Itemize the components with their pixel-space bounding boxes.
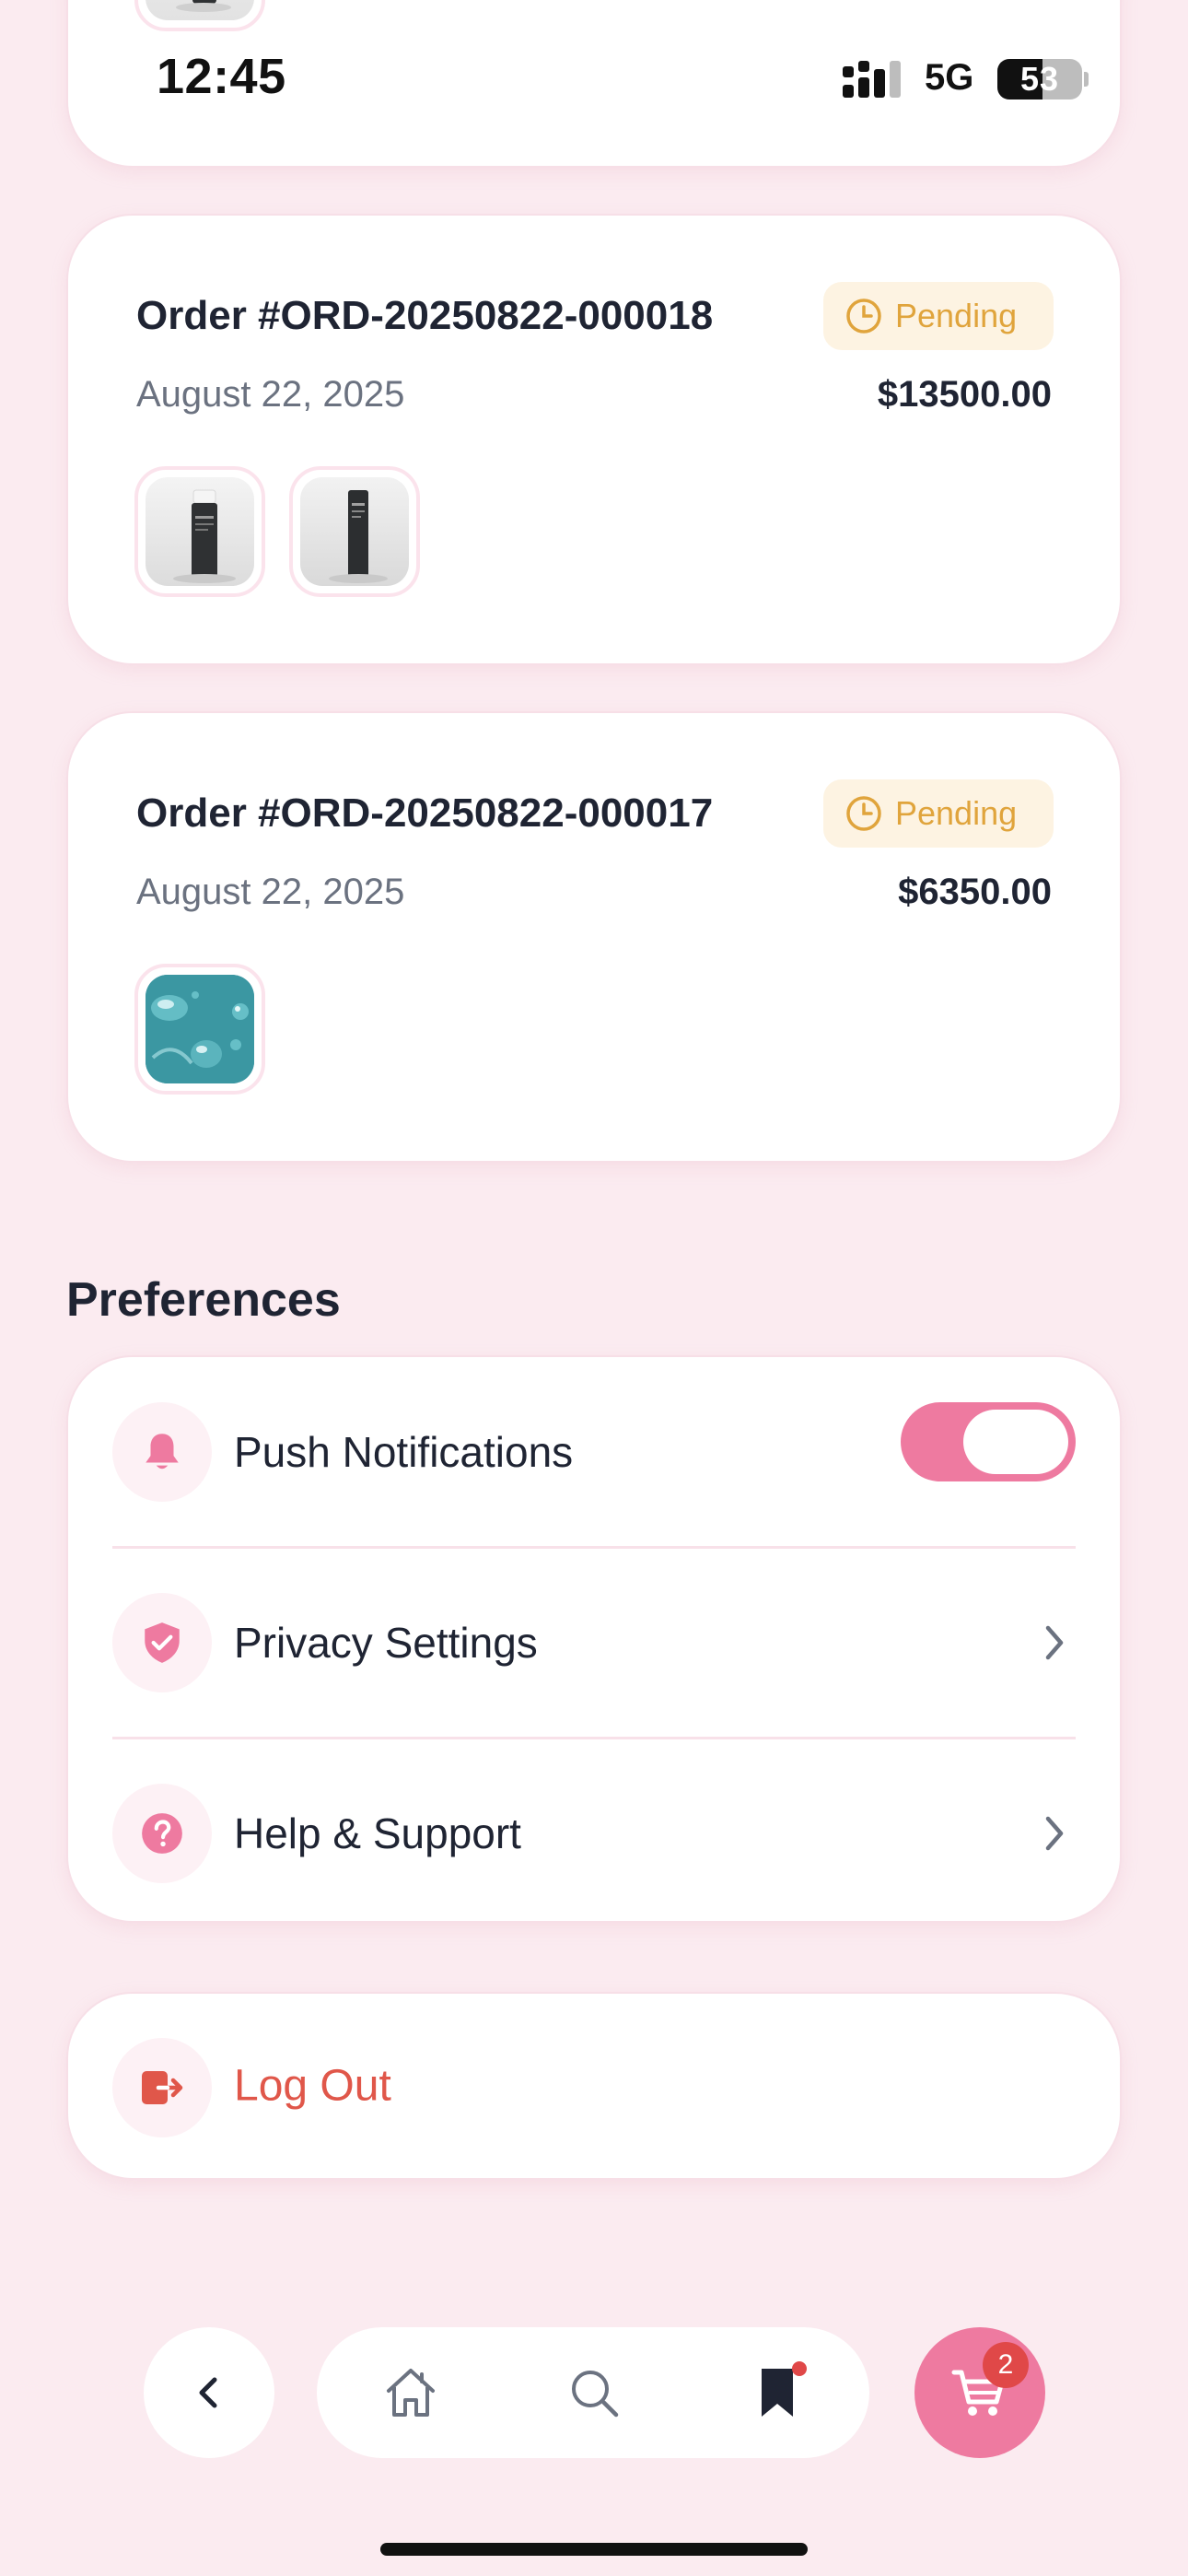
bell-icon bbox=[146, 1434, 179, 1469]
product-bottle-image bbox=[173, 489, 236, 583]
product-water-drops-image bbox=[146, 975, 254, 1083]
order-date: August 22, 2025 bbox=[136, 374, 405, 415]
status-label: Pending bbox=[895, 297, 1018, 334]
back-icon bbox=[199, 2377, 217, 2408]
toggle-knob bbox=[963, 1410, 1068, 1474]
order-total: $6350.00 bbox=[898, 872, 1052, 912]
logout-icon bbox=[142, 2071, 183, 2104]
pref-row-push-notifications[interactable]: Push Notifications bbox=[68, 1357, 1120, 1547]
shield-check-icon bbox=[145, 1622, 180, 1663]
pref-label: Push Notifications bbox=[234, 1428, 574, 1476]
order-date: August 22, 2025 bbox=[136, 872, 405, 912]
status-badge: Pending bbox=[823, 282, 1054, 350]
push-notifications-toggle[interactable] bbox=[901, 1402, 1076, 1481]
clock-icon bbox=[846, 299, 881, 334]
home-indicator bbox=[380, 2543, 808, 2556]
order-card[interactable]: Order #ORD-20250822-000018 Pending Augus… bbox=[66, 214, 1122, 665]
battery-nub bbox=[1084, 72, 1089, 87]
pref-row-help-support[interactable]: Help & Support bbox=[68, 1739, 1120, 1928]
home-icon bbox=[387, 2369, 435, 2417]
battery-level: 53 bbox=[1019, 60, 1060, 98]
order-title: Order #ORD-20250822-000018 bbox=[136, 293, 714, 338]
preferences-section-title: Preferences bbox=[66, 1273, 341, 1327]
pref-icon-container bbox=[112, 1784, 212, 1883]
bottom-nav-bar bbox=[317, 2327, 869, 2458]
logout-button[interactable]: Log Out bbox=[66, 1992, 1122, 2180]
nav-search[interactable] bbox=[557, 2356, 631, 2430]
question-circle-icon bbox=[142, 1813, 182, 1854]
battery-indicator: 53 bbox=[997, 59, 1082, 100]
network-type: 5G bbox=[925, 57, 974, 98]
pref-icon-container bbox=[112, 1593, 212, 1692]
cart-button[interactable]: 2 bbox=[914, 2327, 1045, 2458]
cart-count-badge: 2 bbox=[983, 2342, 1029, 2388]
clock-icon bbox=[846, 796, 881, 831]
order-thumbnail bbox=[134, 466, 265, 597]
order-thumbnail bbox=[134, 0, 265, 31]
logout-label: Log Out bbox=[234, 2061, 391, 2111]
pref-icon-container bbox=[112, 1402, 212, 1502]
pref-row-privacy-settings[interactable]: Privacy Settings bbox=[68, 1548, 1120, 1738]
pref-label: Help & Support bbox=[234, 1809, 521, 1857]
nav-home[interactable] bbox=[374, 2356, 448, 2430]
product-bottle-image bbox=[176, 0, 231, 12]
notification-dot bbox=[792, 2361, 807, 2376]
order-thumbnail bbox=[289, 466, 420, 597]
back-button[interactable] bbox=[144, 2327, 274, 2458]
product-bottle-image bbox=[329, 490, 388, 583]
pref-label: Privacy Settings bbox=[234, 1619, 538, 1667]
status-badge: Pending bbox=[823, 779, 1054, 848]
cellular-signal-icon bbox=[843, 61, 901, 98]
order-title: Order #ORD-20250822-000017 bbox=[136, 790, 714, 836]
nav-saved[interactable] bbox=[740, 2356, 814, 2430]
status-time: 12:45 bbox=[157, 49, 286, 104]
order-thumbnail bbox=[134, 964, 265, 1095]
logout-icon-container bbox=[112, 2038, 212, 2137]
preferences-card: Push Notifications Privacy Settings Help… bbox=[66, 1355, 1122, 1923]
order-total: $13500.00 bbox=[877, 374, 1052, 415]
chevron-right-icon bbox=[1045, 1816, 1064, 1851]
status-label: Pending bbox=[895, 794, 1018, 832]
search-icon bbox=[572, 2371, 619, 2418]
order-card[interactable]: Order #ORD-20250822-000017 Pending Augus… bbox=[66, 711, 1122, 1163]
chevron-right-icon bbox=[1045, 1625, 1064, 1660]
